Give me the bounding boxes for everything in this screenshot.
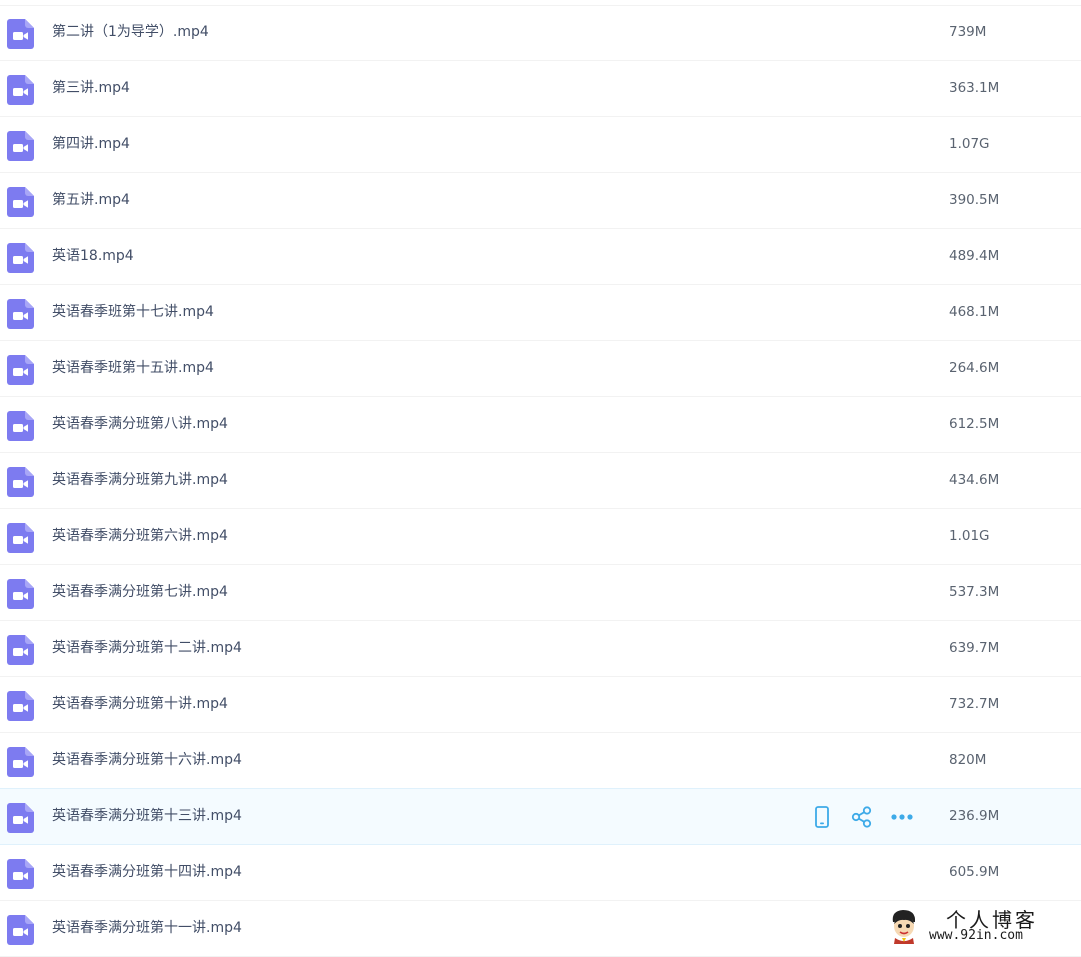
video-file-icon bbox=[7, 355, 34, 385]
file-name[interactable]: 英语春季满分班第十讲.mp4 bbox=[52, 677, 228, 732]
file-size: 468.1M bbox=[949, 304, 1000, 320]
file-row[interactable]: 英语春季满分班第十六讲.mp4 820M bbox=[0, 733, 1081, 789]
row-actions bbox=[810, 806, 920, 828]
video-file-icon bbox=[7, 75, 34, 105]
video-file-icon bbox=[7, 411, 34, 441]
file-name[interactable]: 英语春季满分班第十二讲.mp4 bbox=[52, 621, 242, 676]
file-size: 820M bbox=[949, 752, 987, 768]
video-file-icon bbox=[7, 467, 34, 497]
file-row[interactable]: 英语春季满分班第九讲.mp4 434.6M bbox=[0, 453, 1081, 509]
file-size: 732.7M bbox=[949, 696, 1000, 712]
cartoon-face-logo-icon bbox=[889, 908, 919, 944]
file-size: 605.9M bbox=[949, 864, 1000, 880]
file-size: 264.6M bbox=[949, 360, 1000, 376]
file-row[interactable]: 第五讲.mp4 390.5M bbox=[0, 173, 1081, 229]
file-size: 236.9M bbox=[949, 808, 1000, 824]
file-row[interactable]: 英语春季满分班第十讲.mp4 732.7M bbox=[0, 677, 1081, 733]
file-row[interactable]: 英语春季班第十五讲.mp4 264.6M bbox=[0, 341, 1081, 397]
video-file-icon bbox=[7, 299, 34, 329]
file-size: 489.4M bbox=[949, 248, 1000, 264]
watermark-url: www.92in.com bbox=[929, 928, 1023, 943]
file-name[interactable]: 第二讲（1为导学）.mp4 bbox=[52, 5, 209, 60]
file-name[interactable]: 英语春季满分班第六讲.mp4 bbox=[52, 509, 228, 564]
file-size: 739M bbox=[949, 24, 987, 40]
video-file-icon bbox=[7, 803, 34, 833]
video-file-icon bbox=[7, 523, 34, 553]
file-name[interactable]: 英语18.mp4 bbox=[52, 229, 134, 284]
file-name[interactable]: 第四讲.mp4 bbox=[52, 117, 130, 172]
file-size: 537.3M bbox=[949, 584, 1000, 600]
file-name[interactable]: 英语春季班第十五讲.mp4 bbox=[52, 341, 214, 396]
file-row[interactable]: 英语春季班第十七讲.mp4 468.1M bbox=[0, 285, 1081, 341]
file-row[interactable]: 英语春季满分班第十二讲.mp4 639.7M bbox=[0, 621, 1081, 677]
more-options-button[interactable] bbox=[890, 806, 914, 828]
file-name[interactable]: 英语春季班第十七讲.mp4 bbox=[52, 285, 214, 340]
file-row[interactable]: 英语18.mp4 489.4M bbox=[0, 229, 1081, 285]
file-size: 612.5M bbox=[949, 416, 1000, 432]
video-file-icon bbox=[7, 635, 34, 665]
video-file-icon bbox=[7, 859, 34, 889]
file-row[interactable]: 英语春季满分班第十四讲.mp4 605.9M bbox=[0, 845, 1081, 901]
file-size: 363.1M bbox=[949, 80, 1000, 96]
file-size: 434.6M bbox=[949, 472, 1000, 488]
video-file-icon bbox=[7, 579, 34, 609]
share-icon bbox=[850, 806, 874, 828]
file-row-hovered[interactable]: 英语春季满分班第十三讲.mp4 236.9M bbox=[0, 788, 1081, 845]
file-name[interactable]: 英语春季满分班第十六讲.mp4 bbox=[52, 733, 242, 788]
file-name[interactable]: 第三讲.mp4 bbox=[52, 61, 130, 116]
video-file-icon bbox=[7, 915, 34, 945]
file-row[interactable]: 第二讲（1为导学）.mp4 739M bbox=[0, 5, 1081, 61]
file-row[interactable]: 第四讲.mp4 1.07G bbox=[0, 117, 1081, 173]
file-name[interactable]: 英语春季满分班第十三讲.mp4 bbox=[52, 789, 242, 844]
file-name[interactable]: 英语春季满分班第八讲.mp4 bbox=[52, 397, 228, 452]
mobile-icon bbox=[810, 806, 834, 828]
file-size: 390.5M bbox=[949, 192, 1000, 208]
video-file-icon bbox=[7, 691, 34, 721]
file-size: 1.07G bbox=[949, 136, 990, 152]
file-row[interactable]: 英语春季满分班第八讲.mp4 612.5M bbox=[0, 397, 1081, 453]
share-button[interactable] bbox=[850, 806, 874, 828]
file-name[interactable]: 第五讲.mp4 bbox=[52, 173, 130, 228]
video-file-icon bbox=[7, 243, 34, 273]
blog-watermark: 个人博客 www.92in.com bbox=[884, 904, 1074, 948]
file-size: 639.7M bbox=[949, 640, 1000, 656]
more-icon bbox=[890, 806, 914, 828]
video-file-icon bbox=[7, 131, 34, 161]
file-name[interactable]: 英语春季满分班第十四讲.mp4 bbox=[52, 845, 242, 900]
file-row[interactable]: 英语春季满分班第六讲.mp4 1.01G bbox=[0, 509, 1081, 565]
video-file-icon bbox=[7, 747, 34, 777]
file-name[interactable]: 英语春季满分班第七讲.mp4 bbox=[52, 565, 228, 620]
file-list: 第二讲（1为导学）.mp4 739M 第三讲.mp4 363.1M 第四讲.mp… bbox=[0, 5, 1081, 957]
file-row[interactable]: 英语春季满分班第七讲.mp4 537.3M bbox=[0, 565, 1081, 621]
file-name[interactable]: 英语春季满分班第九讲.mp4 bbox=[52, 453, 228, 508]
file-row[interactable]: 第三讲.mp4 363.1M bbox=[0, 61, 1081, 117]
video-file-icon bbox=[7, 19, 34, 49]
file-size: 1.01G bbox=[949, 528, 990, 544]
send-to-phone-button[interactable] bbox=[810, 806, 834, 828]
video-file-icon bbox=[7, 187, 34, 217]
